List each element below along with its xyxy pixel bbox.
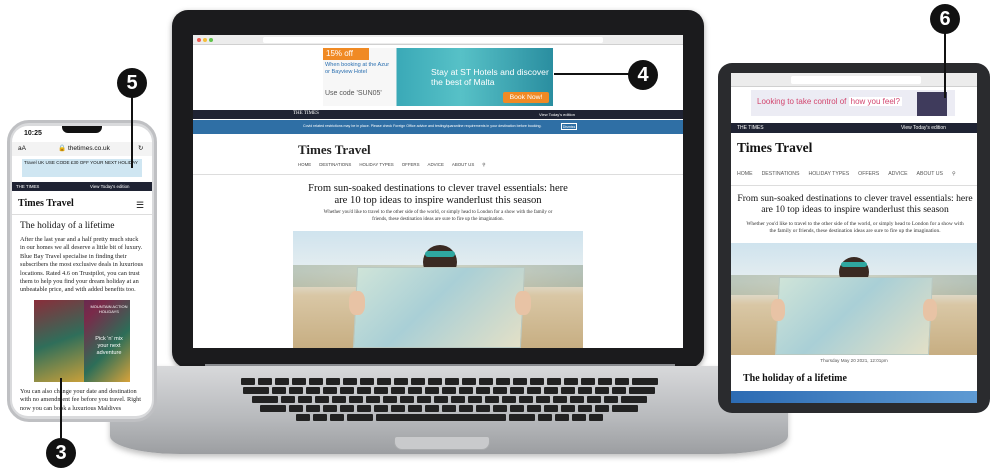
todays-edition-link[interactable]: View Today's edition [901, 123, 946, 133]
address-bar[interactable] [263, 37, 603, 43]
tablet-banner-ad[interactable]: Looking to take control of how you feel? [751, 90, 955, 116]
callout-3: 3 [46, 438, 76, 468]
address-bar[interactable] [791, 76, 921, 84]
map-shape [774, 277, 934, 355]
ad-text: Looking to take control of how you feel? [757, 97, 902, 106]
menu-icon[interactable]: ☰ [136, 200, 144, 211]
callout-5: 5 [117, 68, 147, 98]
main-nav: HOME DESTINATIONS HOLIDAY TYPES OFFERS A… [298, 162, 485, 168]
nav-holiday-types[interactable]: HOLIDAY TYPES [359, 162, 393, 168]
phone-url[interactable]: thetimes.co.uk [68, 142, 110, 156]
callout-5-line [131, 96, 133, 168]
callout-3-line [60, 378, 62, 438]
right-hand [515, 291, 531, 315]
callout-4-line [554, 73, 630, 75]
ad-text-a: Looking to take control of [757, 97, 847, 106]
nav-holiday-types[interactable]: HOLIDAY TYPES [809, 171, 850, 177]
nav-home[interactable]: HOME [737, 171, 753, 177]
hairband [425, 251, 455, 257]
maximize-window-dot[interactable] [209, 38, 213, 42]
nav-advice[interactable]: ADVICE [428, 162, 444, 168]
nav-about-us[interactable]: ABOUT US [917, 171, 943, 177]
ad-book-now-button[interactable]: Book Now! [503, 92, 549, 103]
minimize-window-dot[interactable] [203, 38, 207, 42]
laptop-banner-ad[interactable]: 15% off When booking at the Azur or Bayv… [323, 48, 553, 106]
trackpad [394, 436, 490, 450]
callout-4: 4 [628, 60, 658, 90]
times-logo[interactable]: THE TIMES [737, 123, 764, 133]
divider [12, 214, 152, 215]
article-hero-image [731, 243, 977, 355]
phone-banner-ad[interactable]: Travel UK USE CODE £30 OFF YOUR NEXT HOL… [22, 159, 142, 177]
callout-6: 6 [930, 4, 960, 34]
left-hand [349, 291, 365, 315]
ad-offer-text: When booking at the Azur or Bayview Hote… [325, 62, 390, 75]
browser-chrome [193, 35, 683, 45]
masthead[interactable]: Times Travel [737, 140, 812, 156]
article-body: After the last year and a half pretty mu… [20, 236, 144, 294]
ad-brand: MOUNTAIN ACTION HOLIDAYS [90, 304, 128, 314]
dismiss-button[interactable]: Dismiss [561, 123, 577, 130]
hairband [841, 262, 867, 267]
lock-icon: 🔒 [58, 145, 67, 152]
ad-person-photo [917, 92, 947, 116]
ad-discount-badge: 15% off [323, 48, 369, 60]
phone-inline-ad[interactable]: MOUNTAIN ACTION HOLIDAYS Pick 'n' mix yo… [34, 300, 130, 382]
laptop-screen: 15% off When booking at the Azur or Bayv… [193, 35, 683, 348]
nav-offers[interactable]: OFFERS [402, 162, 420, 168]
masthead[interactable]: Times Travel [18, 198, 74, 209]
todays-edition-link[interactable]: View Today's edition [539, 112, 575, 117]
search-icon[interactable]: ⚲ [482, 162, 485, 168]
covid-notice-text: Covid related restrictions may be in pla… [303, 124, 542, 128]
main-nav: HOME DESTINATIONS HOLIDAY TYPES OFFERS A… [737, 171, 956, 177]
divider [193, 174, 683, 175]
nav-about-us[interactable]: ABOUT US [452, 162, 474, 168]
left-hand [771, 299, 785, 321]
keyboard [218, 378, 680, 421]
ad-photo-collage [34, 300, 84, 382]
article-hero-image [293, 231, 583, 348]
ad-text-b: how you feel? [848, 97, 902, 106]
phone-notch [62, 126, 102, 133]
ad-headline: Stay at ST Hotels and discover the best … [431, 67, 549, 87]
status-time: 10:25 [24, 130, 42, 137]
search-icon[interactable]: ⚲ [952, 171, 956, 177]
nav-advice[interactable]: ADVICE [888, 171, 907, 177]
reload-icon[interactable]: ↻ [138, 142, 143, 156]
article-headline: From sun-soaked destinations to clever t… [737, 193, 973, 215]
article-image-strip [731, 391, 977, 403]
map-shape [352, 267, 526, 348]
browser-chrome [731, 73, 977, 87]
text-size-icon[interactable]: aA [18, 142, 26, 156]
right-hand [923, 299, 937, 321]
tablet-screen: Looking to take control of how you feel?… [731, 73, 977, 403]
article-date: Thursday May 20 2021, 12:01pm [820, 358, 888, 363]
article-subheading: The holiday of a lifetime [743, 373, 847, 384]
nav-destinations[interactable]: DESTINATIONS [319, 162, 351, 168]
phone-screen: 10:25 aA 🔒 thetimes.co.uk ↻ Travel UK US… [12, 126, 152, 416]
times-logo[interactable]: THE TIMES [16, 182, 39, 191]
masthead[interactable]: Times Travel [298, 142, 371, 158]
ad-promo-code: Use code 'SUN05' [325, 90, 382, 97]
times-logo[interactable]: THE TIMES [293, 111, 319, 116]
todays-edition-link[interactable]: View Today's edition [90, 182, 129, 191]
article-body-continued: You can also change your date and destin… [20, 388, 142, 412]
article-headline: From sun-soaked destinations to clever t… [308, 183, 568, 206]
phone-topbar: THE TIMES View Today's edition [12, 182, 152, 191]
covid-notice-banner: Covid related restrictions may be in pla… [193, 120, 683, 134]
nav-offers[interactable]: OFFERS [858, 171, 879, 177]
article-standfirst: Whether you'd like to travel to the othe… [746, 221, 964, 234]
tablet-topbar: THE TIMES View Today's edition [731, 123, 977, 133]
callout-6-line [944, 30, 946, 98]
article-standfirst: Whether you'd like to travel to the othe… [323, 210, 553, 222]
close-window-dot[interactable] [197, 38, 201, 42]
ad-tagline: Pick 'n' mix your next adventure [95, 336, 123, 356]
times-topbar: THE TIMES View Today's edition [193, 110, 683, 119]
nav-destinations[interactable]: DESTINATIONS [762, 171, 800, 177]
article-subheading: The holiday of a lifetime [20, 221, 115, 231]
divider [731, 185, 977, 186]
nav-home[interactable]: HOME [298, 162, 311, 168]
